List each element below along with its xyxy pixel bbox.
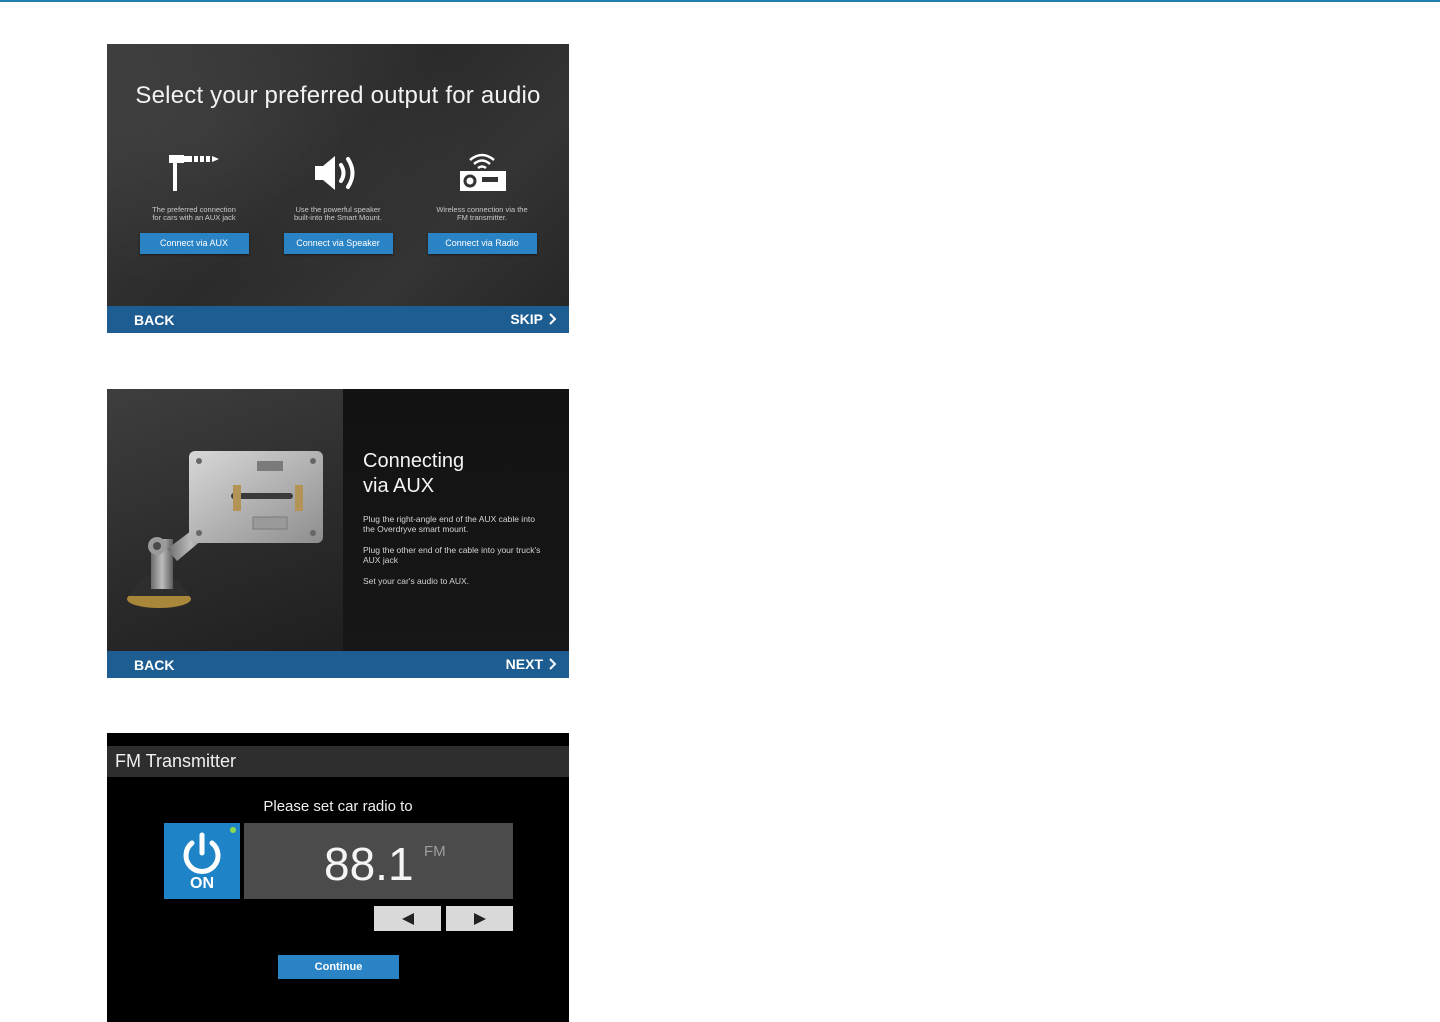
option-speaker: Use the powerful speaker built-into the … [278,148,398,254]
frequency-display: 88.1 FM [244,823,513,899]
option-radio: Wireless connection via the FM transmitt… [422,148,542,254]
instructions-heading: Connecting via AUX [363,450,465,497]
power-icon [183,832,221,874]
bottom-nav-bar: BACK NEXT [107,651,569,678]
instructions-panel: Connecting via AUX Plug the right-angle … [343,389,569,651]
frequency-down-button[interactable] [374,906,441,931]
triangle-right-icon [473,912,486,925]
triangle-left-icon [401,912,414,925]
audio-output-screen: Select your preferred output for audio T… [107,44,569,333]
chevron-right-icon [549,313,557,325]
instruction-step-2: Plug the other end of the cable into you… [363,545,541,565]
connect-speaker-button[interactable]: Connect via Speaker [283,233,393,254]
instruction-step-3: Set your car's audio to AUX. [363,576,470,586]
connect-radio-button[interactable]: Connect via Radio [427,233,537,254]
continue-button[interactable]: Continue [278,955,399,979]
connect-aux-button[interactable]: Connect via AUX [139,233,249,254]
instruction-step-1: Plug the right-angle end of the AUX cabl… [363,514,536,534]
screen-title: Select your preferred output for audio [135,82,541,109]
bottom-nav-bar: BACK SKIP [107,306,569,333]
speaker-icon [278,148,398,198]
aux-jack-icon [134,148,254,198]
connecting-aux-screen: Connecting via AUX Plug the right-angle … [107,389,569,678]
screen-header: FM Transmitter [107,746,569,777]
skip-button[interactable]: SKIP [510,311,557,327]
power-toggle-button[interactable]: ON [164,823,240,899]
band-label: FM [424,843,446,860]
next-button[interactable]: NEXT [506,656,557,672]
smart-mount-image [107,389,343,651]
frequency-up-button[interactable] [446,906,513,931]
radio-prompt: Please set car radio to [263,798,413,815]
frequency-value: 88.1 [324,838,414,890]
back-button[interactable]: BACK [134,312,174,328]
radio-icon [422,148,542,198]
chevron-right-icon [549,658,557,670]
screen-title: FM Transmitter [115,751,237,771]
option-aux: The preferred connection for cars with a… [134,148,254,254]
power-label: ON [190,875,214,892]
top-rule [0,0,1440,2]
fm-transmitter-screen: FM Transmitter Please set car radio to O… [107,733,569,1022]
back-button[interactable]: BACK [134,657,174,673]
